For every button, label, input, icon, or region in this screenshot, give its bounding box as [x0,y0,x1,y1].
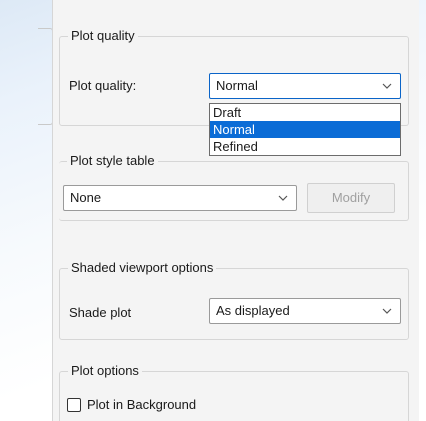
plot-quality-dropdown[interactable]: Normal [209,73,401,99]
chevron-down-icon [382,83,392,89]
option-normal[interactable]: Normal [210,121,400,138]
option-draft[interactable]: Draft [210,104,400,121]
plot-style-group-title: Plot style table [67,153,158,169]
plot-settings-panel: Plot quality Plot quality: Normal Draft … [52,0,419,421]
adjacent-panel-edge [38,28,53,125]
plot-quality-value: Normal [216,78,258,93]
shade-plot-dropdown[interactable]: As displayed [209,298,401,324]
modify-button[interactable]: Modify [307,183,395,213]
plot-quality-options-list: Draft Normal Refined [209,103,401,156]
plot-style-dropdown[interactable]: None [63,185,297,211]
shade-plot-value: As displayed [216,303,290,318]
shaded-viewport-group-title: Shaded viewport options [68,260,217,276]
plot-in-background-checkbox[interactable] [67,398,81,412]
plot-options-group-title: Plot options [68,363,142,379]
chevron-down-icon [382,308,392,314]
plot-quality-group-title: Plot quality [68,28,138,44]
plot-style-value: None [70,190,102,205]
chevron-down-icon [278,195,288,201]
plot-in-background-label[interactable]: Plot in Background [87,397,196,413]
plot-options-group: Plot options [59,363,409,421]
plot-quality-label: Plot quality: [69,78,137,93]
option-refined[interactable]: Refined [210,138,400,155]
shade-plot-label: Shade plot [69,305,132,320]
